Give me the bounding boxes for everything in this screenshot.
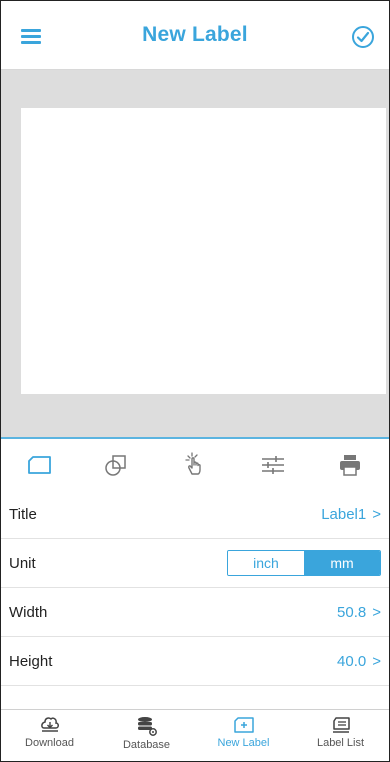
title-row[interactable]: Title Label1 >	[1, 490, 389, 539]
nav-new-label-label: New Label	[217, 737, 270, 749]
page-title: New Label	[142, 23, 248, 46]
chevron-right-icon: >	[372, 603, 381, 621]
download-icon	[40, 717, 59, 732]
nav-label-list[interactable]: Label List	[292, 710, 389, 761]
nav-download[interactable]: Download	[1, 710, 98, 761]
sliders-icon[interactable]	[253, 445, 293, 485]
chevron-right-icon: >	[372, 652, 381, 670]
height-label: Height	[9, 652, 53, 670]
unit-inch-button[interactable]: inch	[228, 551, 304, 575]
height-row[interactable]: Height 40.0 >	[1, 637, 389, 686]
unit-label: Unit	[9, 554, 36, 572]
unit-segmented-control: inch mm	[227, 550, 381, 576]
unit-row: Unit inch mm	[1, 539, 389, 588]
label-list-icon	[332, 717, 350, 733]
nav-database[interactable]: Database	[98, 710, 195, 761]
height-value[interactable]: 40.0 >	[337, 653, 381, 670]
title-value[interactable]: Label1 >	[321, 506, 381, 523]
new-label-icon	[233, 717, 254, 733]
database-icon	[137, 717, 157, 736]
app-frame: New Label Title Label1 > Unit inch mm Wi…	[0, 0, 390, 762]
touch-select-icon[interactable]	[175, 445, 215, 485]
label-canvas[interactable]	[21, 108, 386, 394]
chevron-right-icon: >	[372, 505, 381, 523]
menu-icon[interactable]	[21, 29, 41, 44]
canvas-area	[1, 70, 389, 437]
title-value-text: Label1	[321, 505, 367, 523]
unit-mm-button[interactable]: mm	[304, 551, 380, 575]
header: New Label	[1, 1, 389, 70]
check-circle-icon[interactable]	[351, 25, 375, 49]
height-value-text: 40.0	[337, 652, 367, 670]
nav-download-label: Download	[25, 737, 74, 749]
width-value-text: 50.8	[337, 603, 367, 621]
nav-new-label[interactable]: New Label	[195, 710, 292, 761]
nav-database-label: Database	[122, 739, 171, 751]
label-properties: Title Label1 > Unit inch mm Width 50.8 >…	[1, 490, 389, 686]
bottom-nav: Download Database New Label Label List	[1, 709, 389, 761]
width-row[interactable]: Width 50.8 >	[1, 588, 389, 637]
title-label: Title	[9, 505, 37, 523]
printer-icon[interactable]	[330, 445, 370, 485]
width-value[interactable]: 50.8 >	[337, 604, 381, 621]
tool-bar	[1, 437, 389, 492]
shapes-icon[interactable]	[97, 445, 137, 485]
width-label: Width	[9, 603, 48, 621]
nav-label-list-label: Label List	[316, 737, 365, 749]
label-shape-icon[interactable]	[20, 445, 60, 485]
